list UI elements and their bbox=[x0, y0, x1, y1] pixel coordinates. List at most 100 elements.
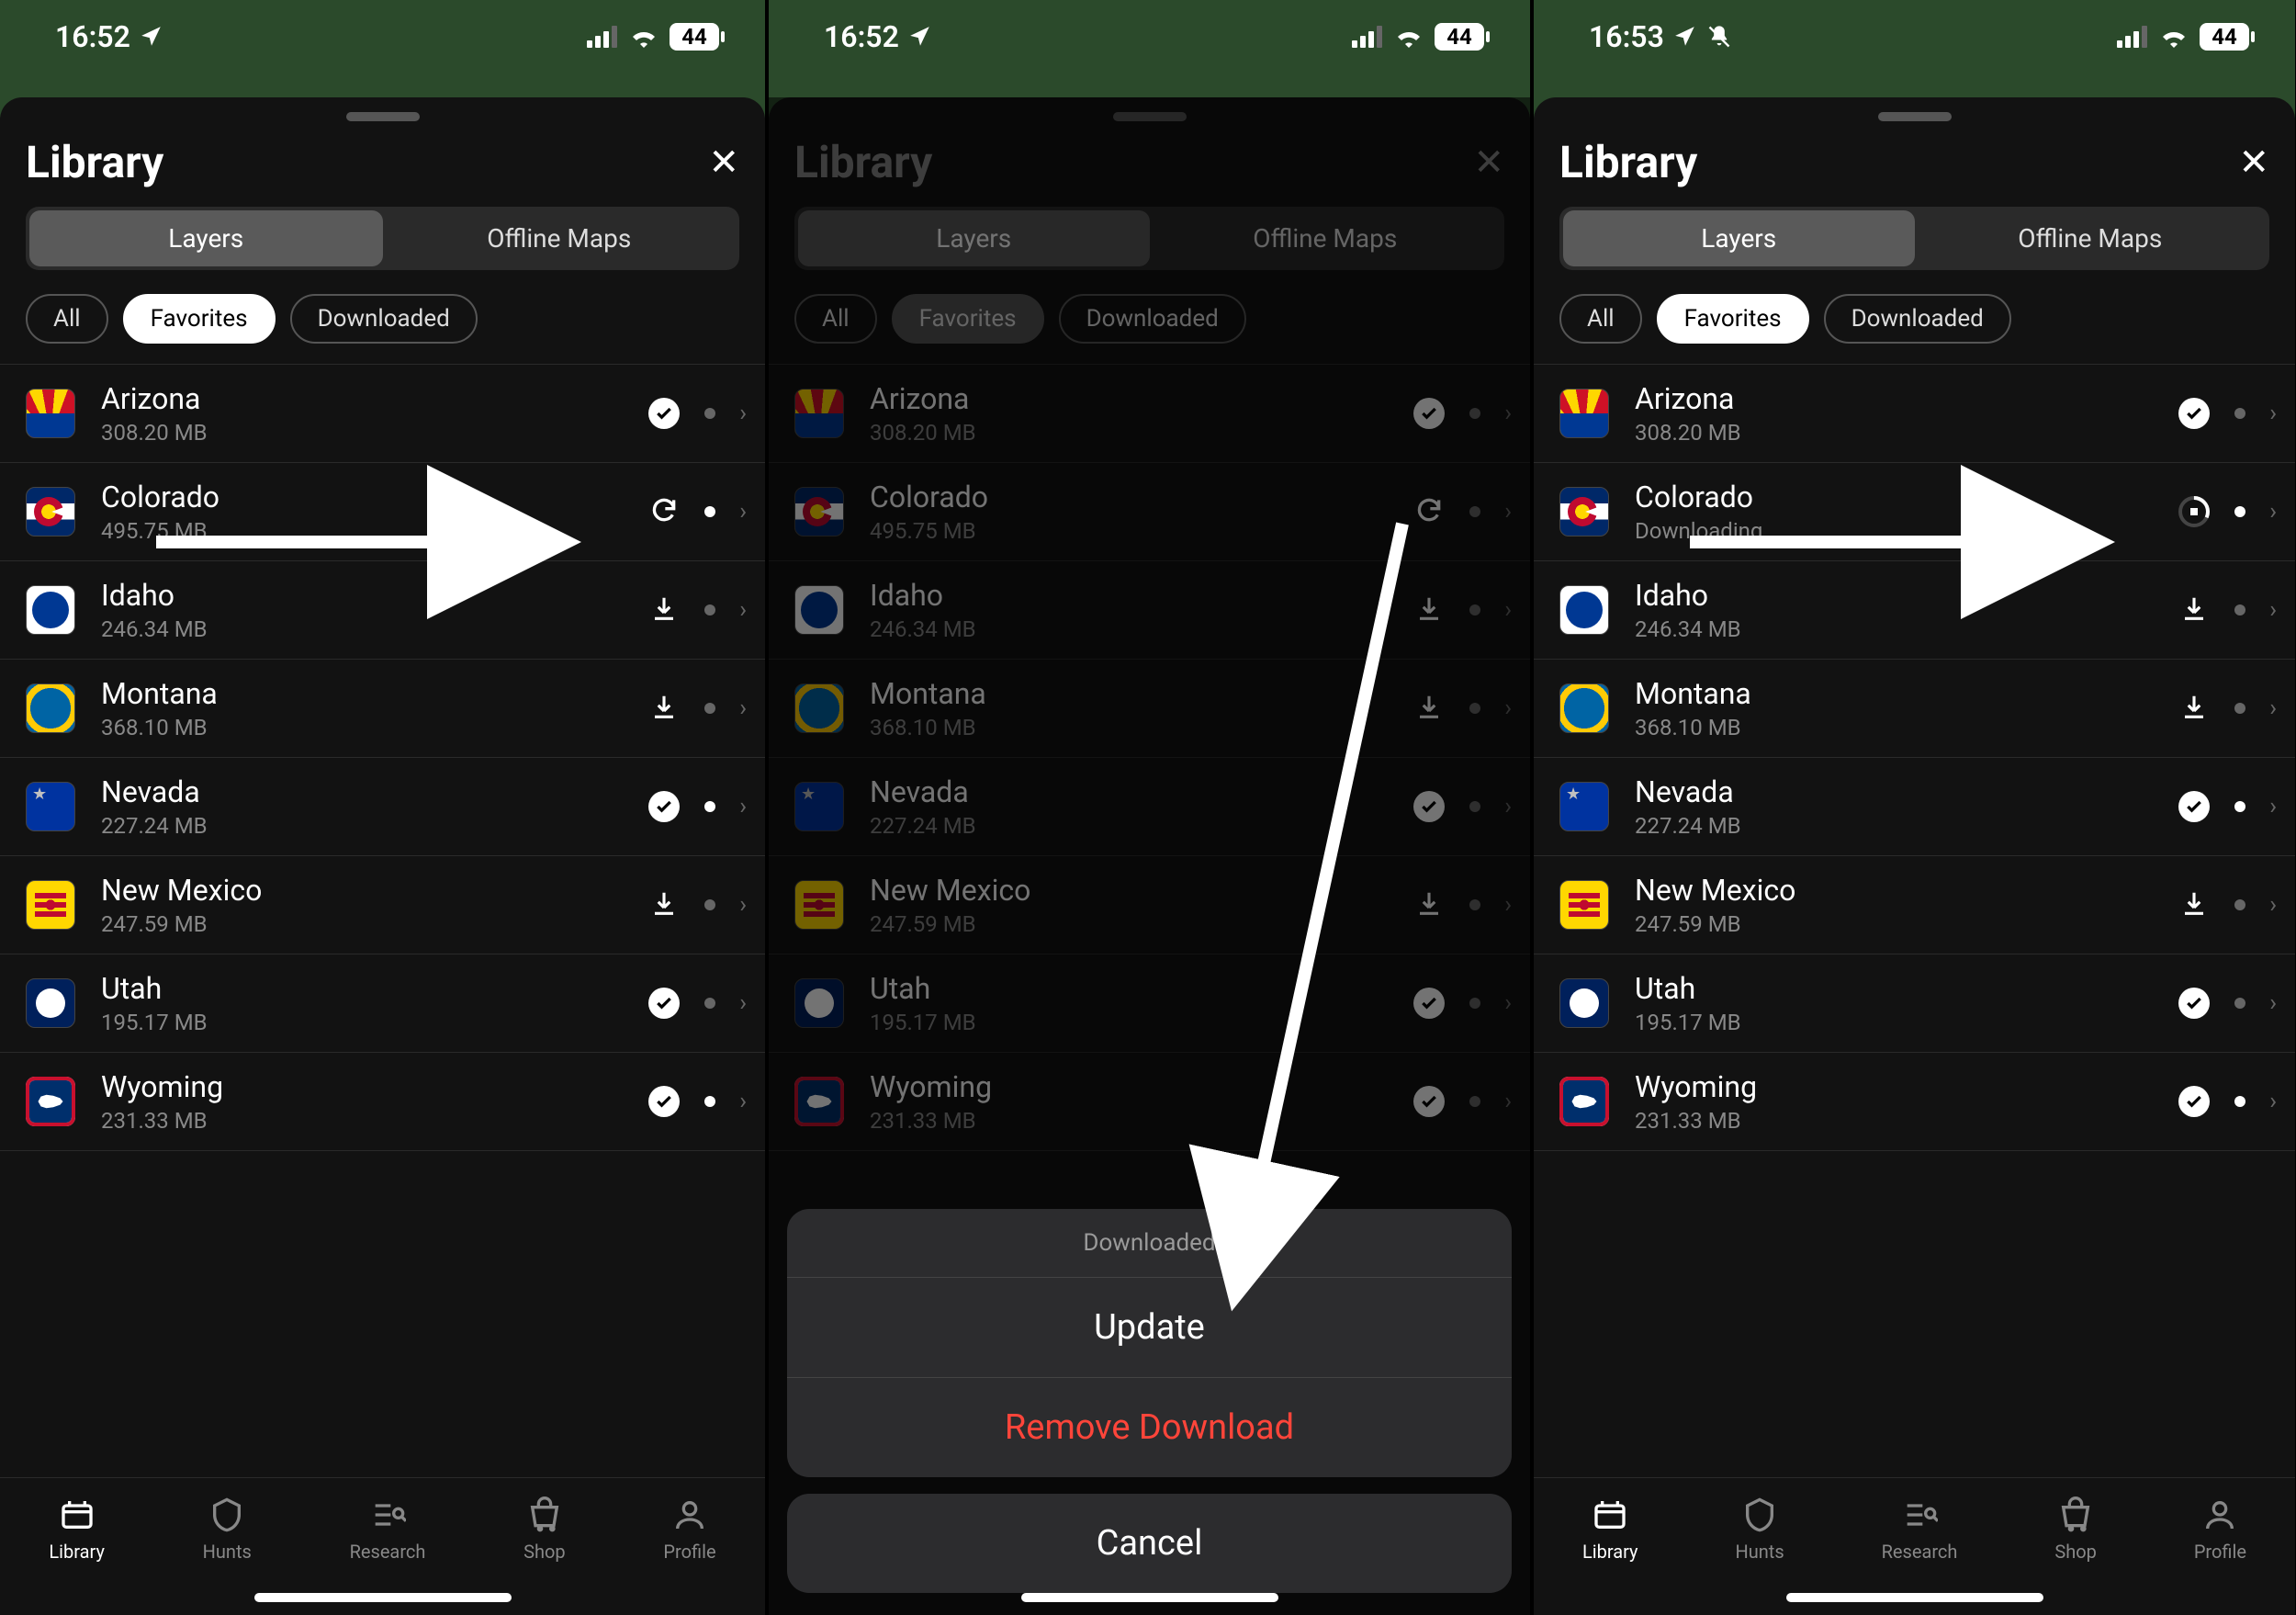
list-item[interactable]: Arizona308.20 MB› bbox=[1534, 364, 2295, 463]
list-item[interactable]: Arizona308.20 MB› bbox=[0, 364, 765, 463]
action-remove-download[interactable]: Remove Download bbox=[787, 1378, 1512, 1477]
library-sheet: Library ✕ Layers Offline Maps All Favori… bbox=[769, 97, 1530, 1615]
battery-icon: 44 bbox=[670, 23, 719, 51]
chevron-right-icon[interactable]: › bbox=[739, 498, 747, 525]
home-indicator[interactable] bbox=[254, 1593, 512, 1602]
list-item[interactable]: Utah195.17 MB› bbox=[1534, 954, 2295, 1053]
chevron-right-icon[interactable]: › bbox=[2269, 989, 2277, 1017]
tab-hunts[interactable]: Hunts bbox=[1735, 1496, 1784, 1563]
tab-profile[interactable]: Profile bbox=[2194, 1496, 2246, 1563]
silent-icon bbox=[1706, 24, 1732, 50]
chevron-right-icon[interactable]: › bbox=[739, 695, 747, 722]
tab-label: Hunts bbox=[203, 1541, 252, 1563]
status-dot bbox=[704, 899, 715, 910]
download-icon[interactable] bbox=[2180, 594, 2208, 626]
tab-offline-maps[interactable]: Offline Maps bbox=[1915, 210, 2267, 266]
tab-research[interactable]: Research bbox=[350, 1496, 426, 1563]
progress-icon[interactable] bbox=[2178, 495, 2211, 528]
tab-layers[interactable]: Layers bbox=[1563, 210, 1915, 266]
list-item[interactable]: Montana368.10 MB› bbox=[1534, 660, 2295, 758]
tab-library[interactable]: Library bbox=[1582, 1496, 1638, 1563]
tab-offline-maps[interactable]: Offline Maps bbox=[383, 210, 737, 266]
chevron-right-icon[interactable]: › bbox=[2269, 695, 2277, 722]
refresh-icon[interactable] bbox=[649, 495, 679, 528]
chip-favorites[interactable]: Favorites bbox=[123, 294, 276, 344]
chevron-right-icon[interactable]: › bbox=[739, 989, 747, 1017]
check-icon[interactable] bbox=[648, 1086, 680, 1117]
list-item-title: Montana bbox=[101, 676, 647, 711]
list-item[interactable]: Wyoming231.33 MB › bbox=[1534, 1053, 2295, 1151]
chevron-right-icon[interactable]: › bbox=[739, 891, 747, 919]
status-bar: 16:53 44 bbox=[1534, 0, 2295, 73]
tab-label: Shop bbox=[2054, 1541, 2097, 1563]
chip-downloaded[interactable]: Downloaded bbox=[290, 294, 478, 344]
tab-research[interactable]: Research bbox=[1882, 1496, 1958, 1563]
chevron-right-icon[interactable]: › bbox=[2269, 891, 2277, 919]
list-item[interactable]: Idaho246.34 MB› bbox=[1534, 561, 2295, 660]
list-item-text: Wyoming231.33 MB bbox=[1635, 1069, 2178, 1134]
chevron-right-icon[interactable]: › bbox=[2269, 400, 2277, 427]
home-indicator[interactable] bbox=[1021, 1593, 1278, 1602]
check-icon[interactable] bbox=[648, 791, 680, 822]
check-icon[interactable] bbox=[2178, 1086, 2210, 1117]
home-indicator[interactable] bbox=[1786, 1593, 2043, 1602]
tab-shop[interactable]: Shop bbox=[523, 1496, 566, 1563]
state-flag-icon bbox=[26, 782, 75, 831]
status-time: 16:53 bbox=[1589, 19, 1664, 54]
list-item[interactable]: Nevada227.24 MB› bbox=[0, 758, 765, 856]
download-icon[interactable] bbox=[650, 693, 678, 724]
status-dot bbox=[704, 408, 715, 419]
tab-shop[interactable]: Shop bbox=[2054, 1496, 2097, 1563]
list-item-text: Utah195.17 MB bbox=[101, 971, 647, 1035]
chevron-right-icon[interactable]: › bbox=[739, 596, 747, 624]
location-arrow-icon bbox=[1673, 25, 1697, 49]
chevron-right-icon[interactable]: › bbox=[2269, 793, 2277, 820]
list-item[interactable]: Utah195.17 MB › bbox=[0, 954, 765, 1053]
cellular-icon bbox=[2117, 26, 2148, 48]
list-item[interactable]: Nevada227.24 MB› bbox=[1534, 758, 2295, 856]
download-icon[interactable] bbox=[2180, 693, 2208, 724]
list-item[interactable]: ColoradoDownloading...› bbox=[1534, 463, 2295, 561]
check-icon[interactable] bbox=[2178, 791, 2210, 822]
list-item[interactable]: New Mexico247.59 MB› bbox=[0, 856, 765, 954]
sheet-grabber[interactable] bbox=[1878, 112, 1952, 121]
tab-library[interactable]: Library bbox=[49, 1496, 105, 1563]
close-icon[interactable]: ✕ bbox=[708, 141, 739, 184]
list-item[interactable]: Colorado495.75 MB› bbox=[0, 463, 765, 561]
list-item[interactable]: Montana368.10 MB› bbox=[0, 660, 765, 758]
tab-hunts[interactable]: Hunts bbox=[203, 1496, 252, 1563]
chip-downloaded[interactable]: Downloaded bbox=[1824, 294, 2011, 344]
state-flag-icon bbox=[26, 880, 75, 930]
close-icon[interactable]: ✕ bbox=[2238, 141, 2269, 184]
download-icon[interactable] bbox=[650, 594, 678, 626]
tab-profile[interactable]: Profile bbox=[663, 1496, 715, 1563]
chevron-right-icon[interactable]: › bbox=[739, 1088, 747, 1115]
chevron-right-icon[interactable]: › bbox=[739, 793, 747, 820]
chevron-right-icon[interactable]: › bbox=[2269, 498, 2277, 525]
check-icon[interactable] bbox=[648, 988, 680, 1019]
segmented-control[interactable]: Layers Offline Maps bbox=[1559, 207, 2269, 270]
chevron-right-icon[interactable]: › bbox=[2269, 1088, 2277, 1115]
chip-favorites[interactable]: Favorites bbox=[1657, 294, 1809, 344]
chip-all[interactable]: All bbox=[26, 294, 108, 344]
action-cancel[interactable]: Cancel bbox=[787, 1494, 1512, 1593]
cellular-icon bbox=[587, 26, 618, 48]
download-icon[interactable] bbox=[650, 889, 678, 920]
check-icon[interactable] bbox=[2178, 398, 2210, 429]
chip-all[interactable]: All bbox=[1559, 294, 1642, 344]
chevron-right-icon[interactable]: › bbox=[739, 400, 747, 427]
tab-layers[interactable]: Layers bbox=[29, 210, 383, 266]
check-icon[interactable] bbox=[2178, 988, 2210, 1019]
action-update[interactable]: Update bbox=[787, 1278, 1512, 1378]
tab-label: Profile bbox=[2194, 1541, 2246, 1563]
state-flag-icon bbox=[26, 585, 75, 635]
sheet-grabber[interactable] bbox=[346, 112, 420, 121]
download-icon[interactable] bbox=[2180, 889, 2208, 920]
list-item[interactable]: New Mexico247.59 MB› bbox=[1534, 856, 2295, 954]
list-item[interactable]: Idaho246.34 MB› bbox=[0, 561, 765, 660]
segmented-control[interactable]: Layers Offline Maps bbox=[26, 207, 739, 270]
list-item[interactable]: Wyoming231.33 MB› bbox=[0, 1053, 765, 1151]
tab-label: Library bbox=[1582, 1541, 1638, 1563]
check-icon[interactable] bbox=[648, 398, 680, 429]
chevron-right-icon[interactable]: › bbox=[2269, 596, 2277, 624]
